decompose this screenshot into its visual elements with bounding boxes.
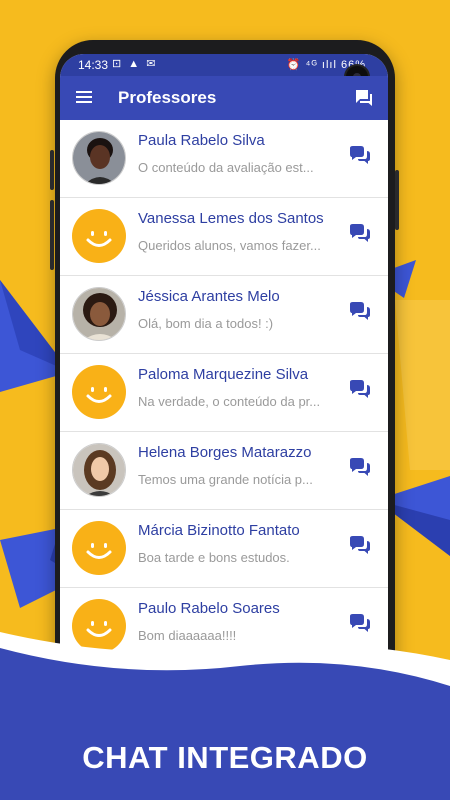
- avatar: [72, 131, 126, 185]
- chat-bubbles-icon[interactable]: [354, 88, 374, 108]
- status-time: 14:33: [78, 58, 109, 72]
- chat-icon[interactable]: [348, 146, 372, 166]
- contact-message: Queridos alunos, vamos fazer...: [138, 238, 321, 253]
- contact-message: Olá, bom dia a todos! :): [138, 316, 274, 331]
- contact-name: Paulo Rabelo Soares: [138, 600, 280, 617]
- chat-icon[interactable]: [348, 536, 372, 556]
- feature-caption: CHAT INTEGRADO: [82, 740, 368, 775]
- status-bar: 14:33 ⊡ ▲ ✉ ⏰ ⁴ᴳ ılıl 66%: [60, 54, 388, 76]
- chat-icon[interactable]: [348, 302, 372, 322]
- smiley-avatar-icon: [72, 365, 126, 419]
- chat-icon[interactable]: [348, 224, 372, 244]
- contact-name: Márcia Bizinotto Fantato: [138, 522, 300, 539]
- contact-message: Temos uma grande notícia p...: [138, 472, 313, 487]
- phone-side-button: [50, 150, 54, 190]
- status-notification-icons: ⊡ ▲ ✉: [112, 58, 158, 70]
- contact-name: Paula Rabelo Silva: [138, 132, 265, 149]
- list-item[interactable]: Helena Borges Matarazzo Temos uma grande…: [60, 432, 388, 510]
- contact-message: Na verdade, o conteúdo da pr...: [138, 394, 321, 409]
- list-item[interactable]: Vanessa Lemes dos Santos Queridos alunos…: [60, 198, 388, 276]
- phone-side-button: [50, 200, 54, 270]
- avatar: [72, 443, 126, 497]
- contact-list: Paula Rabelo Silva O conteúdo da avaliaç…: [60, 120, 388, 666]
- contact-name: Helena Borges Matarazzo: [138, 444, 312, 461]
- page-title: Professores: [118, 88, 217, 107]
- contact-name: Vanessa Lemes dos Santos: [138, 210, 324, 227]
- contact-name: Jéssica Arantes Melo: [138, 288, 280, 305]
- app-bar: Professores: [60, 76, 388, 120]
- contact-message: Boa tarde e bons estudos.: [138, 550, 290, 565]
- chat-icon[interactable]: [348, 458, 372, 478]
- list-item[interactable]: Paloma Marquezine Silva Na verdade, o co…: [60, 354, 388, 432]
- chat-icon[interactable]: [348, 380, 372, 400]
- list-item[interactable]: Paula Rabelo Silva O conteúdo da avaliaç…: [60, 120, 388, 198]
- list-item[interactable]: Jéssica Arantes Melo Olá, bom dia a todo…: [60, 276, 388, 354]
- smiley-avatar-icon: [72, 209, 126, 263]
- avatar: [72, 287, 126, 341]
- contact-name: Paloma Marquezine Silva: [138, 366, 309, 383]
- phone-side-button: [395, 170, 399, 230]
- hamburger-menu-icon[interactable]: [76, 91, 92, 103]
- list-item[interactable]: Márcia Bizinotto Fantato Boa tarde e bon…: [60, 510, 388, 588]
- smiley-avatar-icon: [72, 521, 126, 575]
- contact-message: O conteúdo da avaliação est...: [138, 160, 314, 175]
